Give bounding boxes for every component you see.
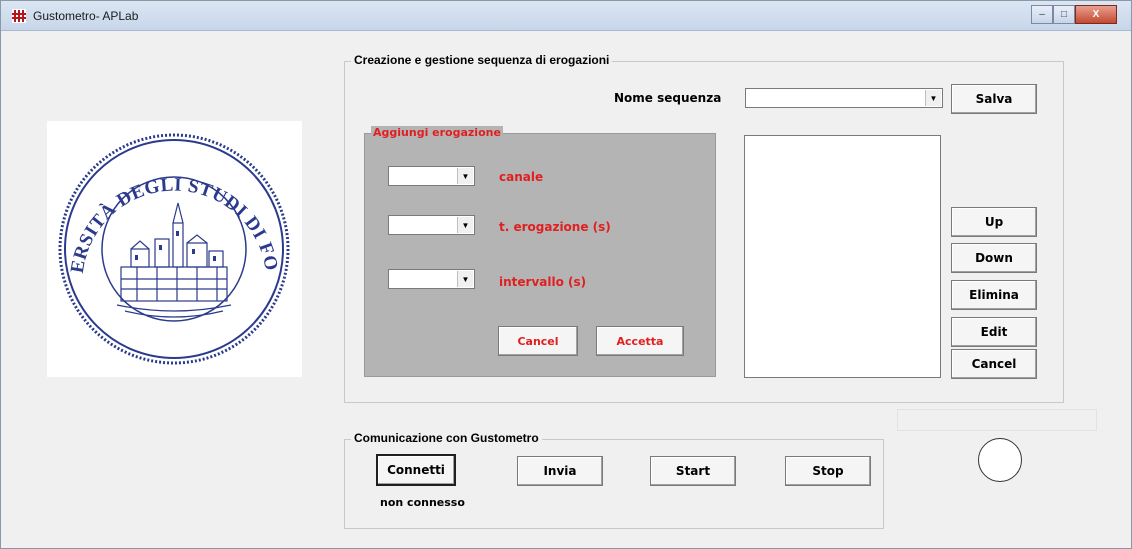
sequence-name-label: Nome sequenza bbox=[614, 91, 722, 105]
sequence-group-title: Creazione e gestione sequenza di erogazi… bbox=[351, 53, 613, 67]
chevron-down-icon[interactable]: ▼ bbox=[925, 90, 941, 106]
channel-label: canale bbox=[499, 170, 544, 184]
communication-group-title: Comunicazione con Gustometro bbox=[351, 431, 542, 445]
chevron-down-icon[interactable]: ▼ bbox=[457, 217, 473, 233]
start-button[interactable]: Start bbox=[650, 456, 736, 486]
connection-status-text: non connesso bbox=[380, 496, 465, 509]
accept-button[interactable]: Accetta bbox=[596, 326, 684, 356]
close-button[interactable]: X bbox=[1075, 5, 1117, 24]
app-icon bbox=[12, 9, 26, 23]
chevron-down-icon[interactable]: ▼ bbox=[457, 271, 473, 287]
add-erogazione-title: Aggiungi erogazione bbox=[371, 126, 503, 139]
save-button[interactable]: Salva bbox=[951, 84, 1037, 114]
sequence-list[interactable] bbox=[744, 135, 941, 378]
minimize-button[interactable]: – bbox=[1031, 5, 1053, 24]
status-field bbox=[897, 409, 1097, 431]
window-title: Gustometro- APLab bbox=[33, 9, 139, 23]
app-window: Gustometro- APLab – □ X UNIVERSITÀ DEGLI… bbox=[0, 0, 1132, 549]
stop-button[interactable]: Stop bbox=[785, 456, 871, 486]
maximize-button[interactable]: □ bbox=[1053, 5, 1075, 24]
connection-led-indicator bbox=[978, 438, 1022, 482]
send-button[interactable]: Invia bbox=[517, 456, 603, 486]
sequence-name-dropdown[interactable]: ▼ bbox=[745, 88, 943, 108]
chevron-down-icon[interactable]: ▼ bbox=[457, 168, 473, 184]
university-seal-icon: UNIVERSITÀ DEGLI STUDI DI FOGGIA bbox=[39, 105, 290, 365]
channel-dropdown[interactable]: ▼ bbox=[388, 166, 475, 186]
interval-label: intervallo (s) bbox=[499, 275, 587, 289]
university-logo: UNIVERSITÀ DEGLI STUDI DI FOGGIA bbox=[39, 105, 302, 377]
move-up-button[interactable]: Up bbox=[951, 207, 1037, 237]
client-area: UNIVERSITÀ DEGLI STUDI DI FOGGIA bbox=[9, 32, 1125, 543]
window-controls: – □ X bbox=[1031, 5, 1117, 24]
cancel-button[interactable]: Cancel bbox=[951, 349, 1037, 379]
connect-button[interactable]: Connetti bbox=[376, 454, 456, 486]
title-bar[interactable]: Gustometro- APLab – □ X bbox=[1, 1, 1131, 31]
duration-dropdown[interactable]: ▼ bbox=[388, 215, 475, 235]
edit-button[interactable]: Edit bbox=[951, 317, 1037, 347]
add-cancel-button[interactable]: Cancel bbox=[498, 326, 578, 356]
interval-dropdown[interactable]: ▼ bbox=[388, 269, 475, 289]
move-down-button[interactable]: Down bbox=[951, 243, 1037, 273]
duration-label: t. erogazione (s) bbox=[499, 220, 611, 234]
delete-button[interactable]: Elimina bbox=[951, 280, 1037, 310]
